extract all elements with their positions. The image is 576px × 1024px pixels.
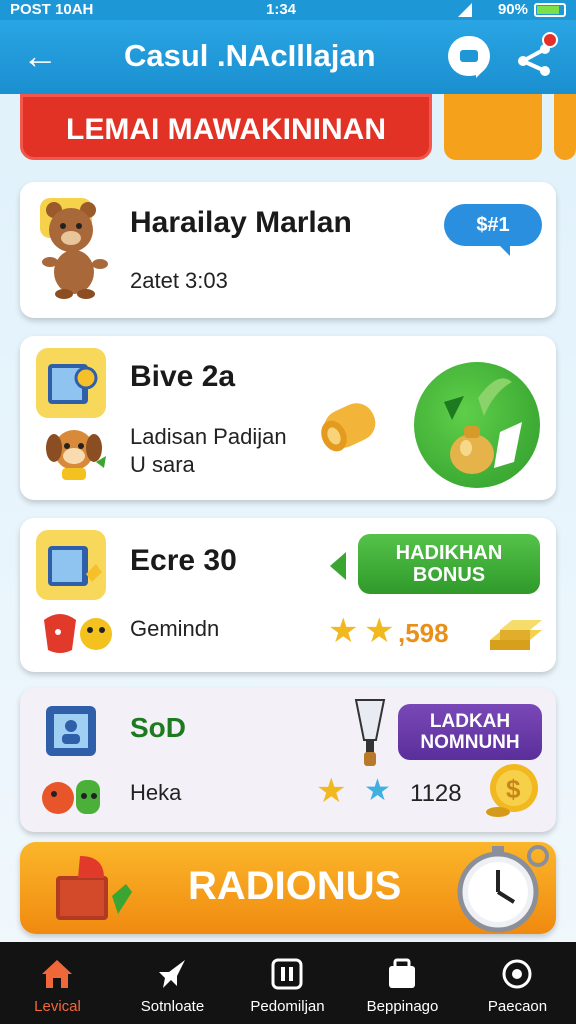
photo-frame-icon (42, 702, 100, 760)
home-icon (42, 960, 72, 988)
purple-button-line2: NOMNUNH (420, 732, 520, 753)
tab-secondary[interactable] (444, 94, 542, 160)
card-2-subtitle-line2: U sara (130, 452, 195, 477)
carrier-text: POST 10AH (10, 1, 94, 18)
rank-badge-tail (496, 242, 510, 256)
fruit-characters-icon (38, 602, 114, 658)
share-icon[interactable] (512, 32, 558, 80)
vase-icon (444, 378, 522, 474)
battery-percent: 90% (497, 1, 528, 18)
rocket-icon (159, 960, 185, 988)
card-2-title: Bive 2a (130, 360, 236, 393)
nav-label-beppinago: Beppinago (366, 998, 439, 1015)
nav-label-pedomiljan: Pedomiljan (250, 998, 325, 1015)
notification-badge (542, 32, 558, 48)
book-icon (36, 348, 106, 418)
shovel-icon (350, 696, 390, 770)
card-4-title: SoD (130, 712, 186, 743)
back-arrow-icon[interactable]: ← (20, 36, 60, 76)
status-time: 1:34 (266, 1, 297, 18)
card-3-score: ,598 (398, 618, 449, 648)
card-2-subtitle-line1: Ladisan Padijan (130, 424, 287, 449)
star-icon: ★ (364, 774, 391, 807)
star-icon: ★ (328, 612, 359, 650)
page-title: Casul .NAcIllajan (124, 38, 376, 73)
purple-button-line1: LADKAH (429, 711, 511, 732)
signal-icon (458, 3, 472, 17)
card-3-title: Ecre 30 (130, 544, 237, 577)
scroll-item-icon (316, 394, 386, 460)
tab-third[interactable] (554, 94, 576, 160)
nav-label-sotnloate: Sotnloate (140, 998, 205, 1015)
nav-label-paecaon: Paecaon (487, 998, 548, 1015)
bonus-button-line1: HADIKHAN (395, 542, 503, 564)
stopwatch-icon (446, 842, 556, 934)
pause-icon (271, 958, 303, 990)
star-icon: ★ (364, 612, 395, 650)
bonus-button-line2: BONUS (412, 564, 486, 586)
card-2[interactable]: Bive 2a Ladisan Padijan U sara (20, 336, 556, 500)
radionus-label: RADIONUS (188, 864, 402, 908)
nav-item-paecaon[interactable]: Paecaon (460, 942, 575, 1024)
target-icon (502, 959, 532, 989)
bottom-nav: Levical Sotnloate Pedomiljan Beppinago P… (0, 942, 576, 1024)
card-1[interactable]: Harailay Marlan 2atet 3:03 $#1 (20, 182, 556, 318)
card-4-subtitle: Heka (130, 780, 182, 805)
nav-item-levical[interactable]: Levical (0, 942, 115, 1024)
nav-item-beppinago[interactable]: Beppinago (345, 942, 460, 1024)
card-3[interactable]: Ecre 30 Gemindn HADIKHAN BONUS ★ ★ ,598 (20, 518, 556, 672)
card-4[interactable]: SoD Heka LADKAH NOMNUNH ★ ★ 1128 $ (20, 688, 556, 832)
star-icon: ★ (316, 772, 347, 810)
battery-icon (534, 3, 566, 17)
card-1-subtitle: 2atet 3:03 (130, 268, 228, 293)
app-bar: ← Casul .NAcIllajan (0, 20, 576, 94)
plant-pot-button[interactable] (414, 362, 540, 488)
card-3-subtitle: Gemindn (130, 616, 220, 641)
radionus-banner[interactable]: RADIONUS (20, 842, 556, 934)
status-bar: POST 10AH 1:34 90% (0, 0, 576, 20)
coin-icon: $ (482, 760, 542, 820)
tab-main[interactable]: LEMAI MAWAKININAN (20, 94, 432, 160)
book-icon (36, 530, 106, 600)
card-1-title: Harailay Marlan (130, 206, 352, 239)
fruit-characters-icon (40, 770, 106, 820)
bag-icon (389, 958, 415, 988)
rank-badge[interactable]: $#1 (444, 204, 542, 246)
dog-character-icon (40, 422, 110, 482)
nav-label-levical: Levical (34, 998, 81, 1015)
gift-box-icon (50, 856, 146, 926)
chat-icon[interactable] (448, 36, 490, 78)
gold-bars-icon (486, 610, 548, 658)
ladkah-nomnunh-button[interactable]: LADKAH NOMNUNH (398, 704, 542, 760)
nav-item-sotnloate[interactable]: Sotnloate (115, 942, 230, 1024)
svg-text:$: $ (506, 774, 521, 804)
bear-avatar (36, 196, 116, 300)
card-4-score: 1128 (410, 780, 462, 807)
nav-item-pedomiljan[interactable]: Pedomiljan (230, 942, 345, 1024)
hadikhan-bonus-button[interactable]: HADIKHAN BONUS (358, 534, 540, 594)
rank-badge-label: $#1 (476, 214, 510, 236)
bonus-button-arrow (330, 552, 346, 580)
